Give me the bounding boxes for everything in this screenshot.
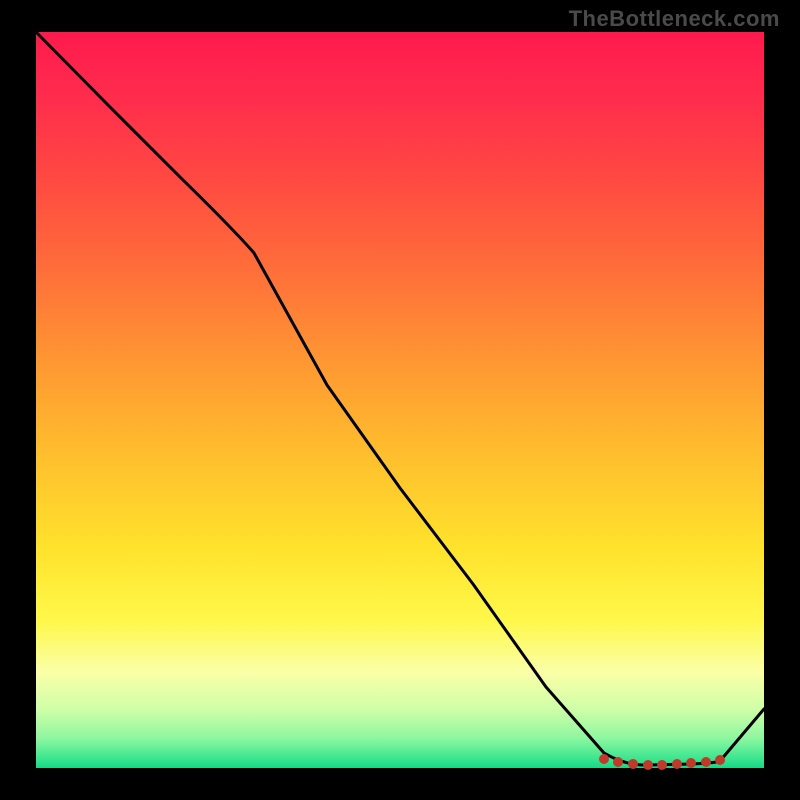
watermark-text: TheBottleneck.com — [569, 6, 780, 32]
optimal-range-dots — [599, 754, 725, 770]
bottleneck-curve — [36, 32, 764, 765]
chart-overlay — [36, 32, 764, 768]
chart-stage: TheBottleneck.com — [0, 0, 800, 800]
plot-area — [36, 32, 764, 768]
